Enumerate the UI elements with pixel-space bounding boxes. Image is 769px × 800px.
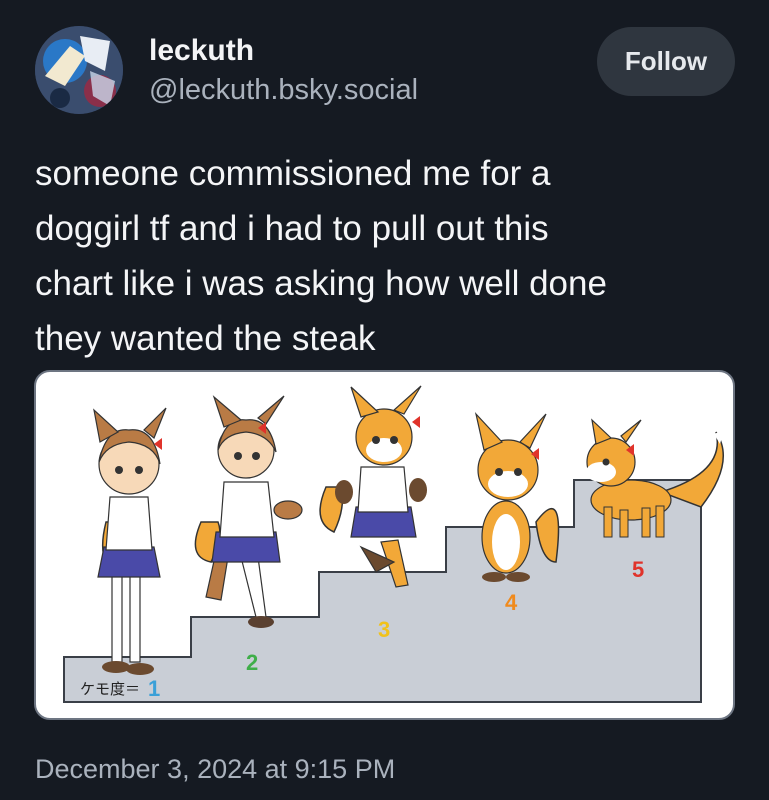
character-stage-2: [194, 395, 303, 628]
post-header: leckuth @leckuth.bsky.social Follow: [35, 26, 735, 116]
step-number-4: 4: [505, 590, 518, 615]
post-text-line: doggirl tf and i had to pull out this: [35, 209, 549, 248]
avatar-icon: [35, 26, 123, 114]
step-number-1: 1: [148, 676, 160, 701]
step-number-2: 2: [246, 650, 258, 675]
post-text-line: chart like i was asking how well done: [35, 264, 607, 303]
post-image[interactable]: ケモ度＝ 1 2 3 4 5: [34, 370, 735, 720]
post-text-line: they wanted the steak: [35, 319, 376, 358]
avatar[interactable]: [35, 26, 123, 114]
display-name[interactable]: leckuth: [149, 34, 254, 68]
scale-label: ケモ度＝: [80, 680, 140, 698]
character-stage-4: [474, 411, 560, 582]
character-stage-3: [319, 385, 427, 588]
kemono-scale-illustration: ケモ度＝ 1 2 3 4 5: [63, 385, 724, 703]
follow-button[interactable]: Follow: [597, 27, 735, 96]
post-timestamp[interactable]: December 3, 2024 at 9:15 PM: [35, 754, 395, 785]
post-text-line: someone commissioned me for a: [35, 154, 551, 193]
character-stage-1: [93, 407, 167, 675]
step-number-3: 3: [378, 617, 390, 642]
user-handle[interactable]: @leckuth.bsky.social: [149, 74, 418, 107]
step-number-5: 5: [632, 557, 644, 582]
post-text: someone commissioned me for a doggirl tf…: [35, 146, 735, 366]
